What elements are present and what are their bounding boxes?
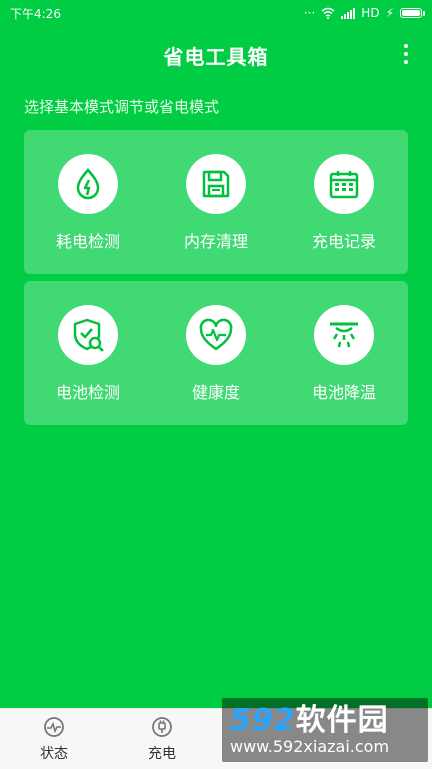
more-menu-button[interactable]: [394, 40, 418, 68]
nav-status[interactable]: 状态: [4, 715, 104, 763]
status-icons: ··· HD ⚡: [303, 6, 425, 20]
tool-power-check[interactable]: 耗电检测: [33, 154, 143, 252]
watermark-text: 软件园: [295, 703, 389, 738]
plug-icon: [150, 715, 174, 739]
tool-label: 内存清理: [183, 232, 248, 251]
tool-battery-cool[interactable]: 电池降温: [289, 305, 399, 403]
wifi-icon: [321, 7, 335, 19]
tools-card-2: 电池检测 健康度 电池降温: [24, 281, 408, 425]
app-bar: 省电工具箱: [0, 26, 432, 84]
nav-label: 状态: [40, 746, 68, 762]
tool-battery-check[interactable]: 电池检测: [33, 305, 143, 403]
tools-card-1: 耗电检测 内存清理 充电记录: [24, 130, 408, 274]
tool-icon-circle: [58, 154, 118, 214]
status-time: 下午4:26: [10, 6, 61, 21]
tool-label: 电池降温: [311, 383, 376, 402]
watermark-logo: 592软件园 www.592xiazai.com: [222, 698, 428, 762]
tool-health[interactable]: 健康度: [161, 305, 271, 403]
more-vertical-icon: [404, 44, 408, 48]
charging-bolt-icon: ⚡: [385, 6, 394, 20]
tool-label: 充电记录: [311, 232, 376, 251]
cooling-icon: [330, 322, 358, 348]
floppy-disk-icon: [202, 170, 230, 198]
tool-memory-clean[interactable]: 内存清理: [161, 154, 271, 252]
watermark-num: 592: [230, 703, 296, 738]
mode-subtitle: 选择基本模式调节或省电模式: [24, 98, 220, 116]
network-type: HD: [361, 6, 380, 20]
more-vertical-icon-dot: [404, 52, 408, 56]
nav-charge[interactable]: 充电: [112, 715, 212, 763]
calendar-icon: [329, 171, 359, 199]
status-dots: ···: [303, 6, 316, 20]
page-title: 省电工具箱: [163, 44, 269, 69]
tool-icon-circle: [58, 305, 118, 365]
tool-label: 健康度: [191, 383, 240, 402]
tool-label: 电池检测: [55, 383, 120, 402]
tool-icon-circle: [314, 154, 374, 214]
shield-search-icon: [73, 318, 104, 352]
nav-label: 充电: [148, 746, 176, 762]
tool-icon-circle: [186, 154, 246, 214]
signal-icon: [341, 8, 356, 19]
tool-label: 耗电检测: [55, 232, 120, 251]
power-drain-icon: [76, 168, 100, 200]
status-icon: [42, 715, 66, 739]
heartbeat-icon: [199, 318, 233, 351]
status-bar: 下午4:26 ··· HD ⚡: [0, 0, 432, 26]
tool-icon-circle: [186, 305, 246, 365]
tool-icon-circle: [314, 305, 374, 365]
battery-icon: [400, 8, 425, 18]
watermark-brand: 592软件园: [230, 704, 420, 738]
tool-charge-record[interactable]: 充电记录: [289, 154, 399, 252]
more-vertical-icon-dot: [404, 60, 408, 64]
watermark-url: www.592xiazai.com: [230, 737, 390, 756]
